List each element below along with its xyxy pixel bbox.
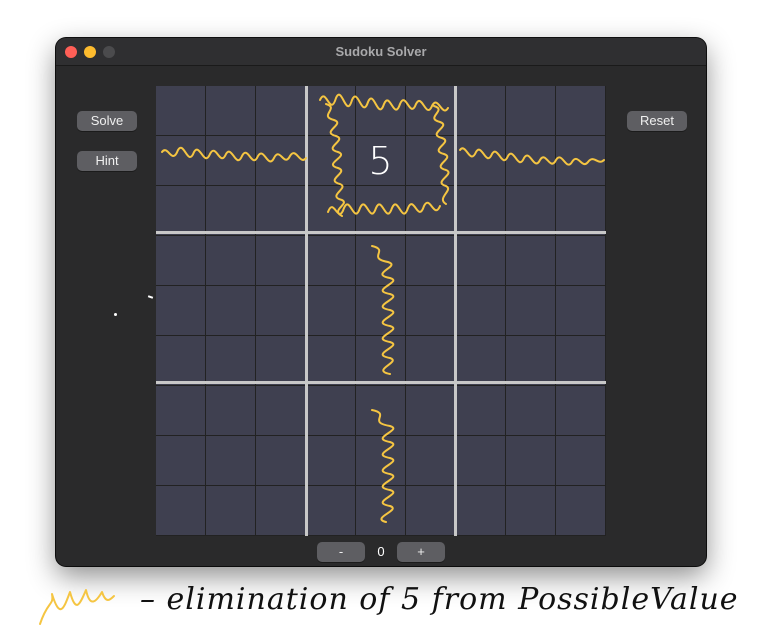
box-scribble-top <box>319 93 449 112</box>
row-scribble-left <box>161 146 307 163</box>
box-scribble-left <box>325 103 345 217</box>
box-scribble-right <box>433 105 450 205</box>
box-scribble-bottom <box>327 201 441 215</box>
row-scribble-right <box>459 147 605 166</box>
legend-scribble <box>39 589 115 625</box>
column-scribble-middle <box>371 245 395 375</box>
column-scribble-bottom <box>371 409 395 523</box>
annotation-caption: – elimination of 5 from PossibleValue <box>140 582 739 617</box>
elimination-scribbles <box>39 93 605 625</box>
